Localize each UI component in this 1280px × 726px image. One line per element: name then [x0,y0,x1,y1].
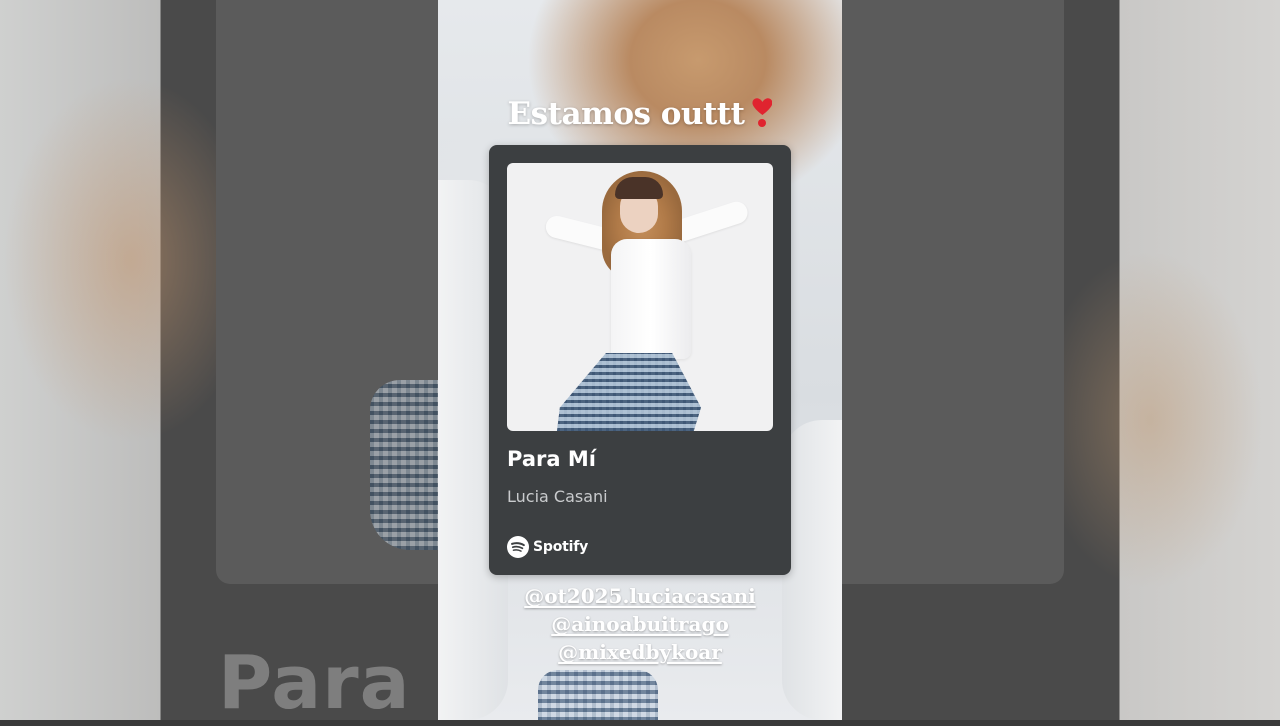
spotify-icon [507,536,529,558]
mention-link[interactable]: @ainoabuitrago [551,610,729,638]
cover-figure-skirt [557,353,701,431]
song-artist: Lucia Casani [507,487,608,506]
cover-figure-shirt [611,239,691,359]
spotify-wordmark: Spotify [533,539,589,555]
mention-link[interactable]: @mixedbykoar [558,638,722,666]
cover-figure-bangs [615,177,663,199]
music-sticker-card[interactable]: Para Mí Lucia Casani Spotify [489,145,791,575]
mentions-list: @ot2025.luciacasani @ainoabuitrago @mixe… [438,582,842,666]
song-title: Para Mí [507,447,596,471]
story-caption-text: Estamos outtt [507,96,745,132]
album-cover [507,163,773,431]
story-caption: Estamos outtt [438,94,842,132]
spotify-logo: Spotify [507,535,588,559]
story-photo-skirt [538,670,658,720]
heart-exclamation-icon [752,94,772,128]
story-photo-shirt-right [782,420,842,720]
mention-link[interactable]: @ot2025.luciacasani [524,582,756,610]
